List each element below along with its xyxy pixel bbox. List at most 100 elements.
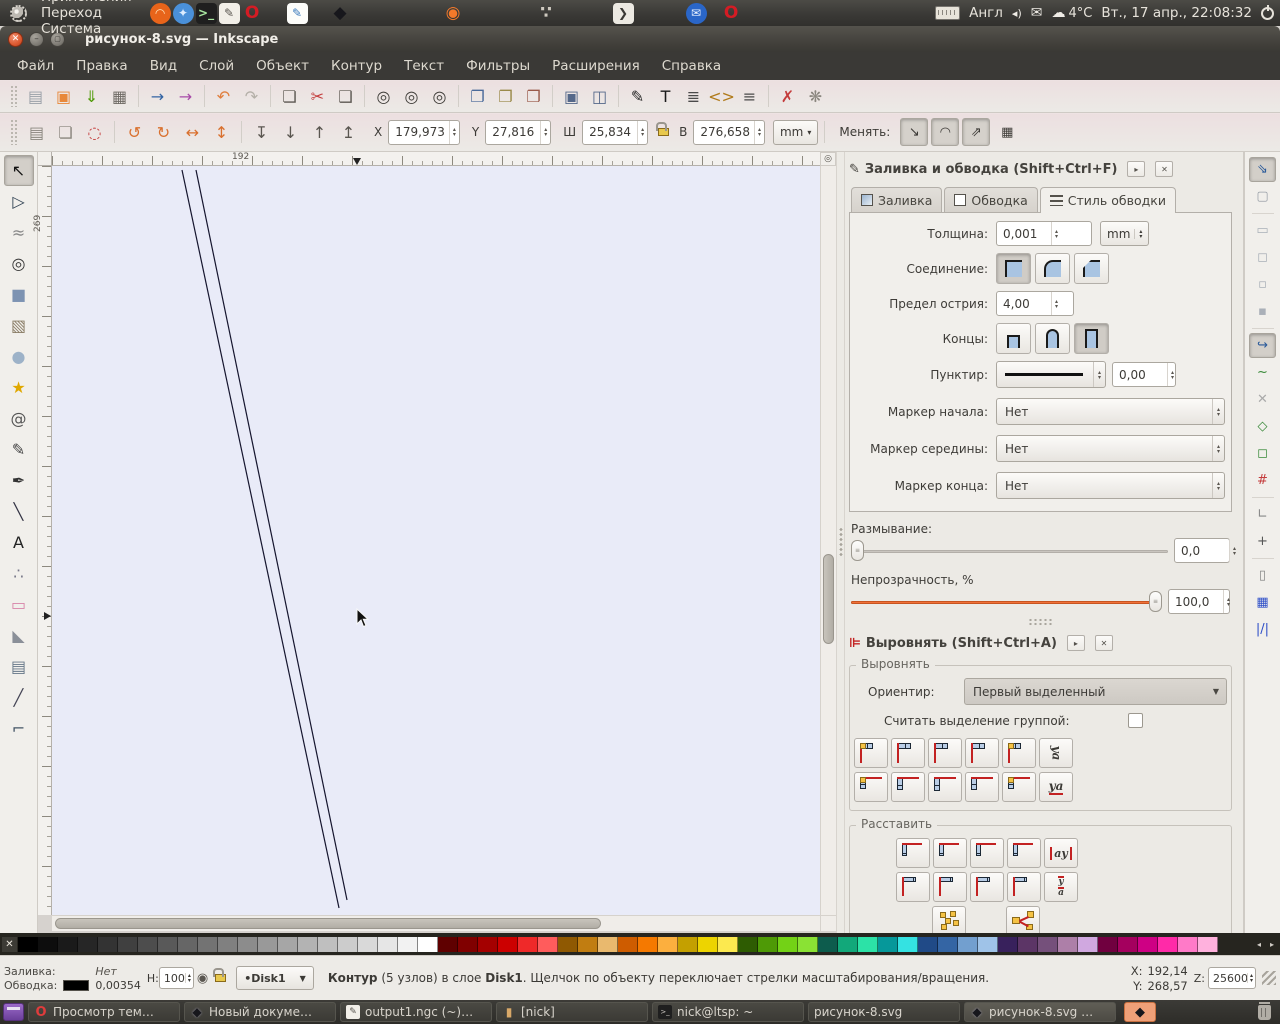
dialog-close-button[interactable]: ✕ [1094, 635, 1113, 651]
palette-swatch-18[interactable] [378, 936, 398, 952]
distribute-equal-vertical-gaps-button[interactable] [1007, 872, 1041, 902]
palette-swatch-19[interactable] [398, 936, 418, 952]
distribute-text-anchors-vertically-button[interactable]: ya [1044, 872, 1078, 902]
text-editor-icon[interactable]: ✎ [218, 2, 240, 24]
snap-cusp-nodes-button[interactable]: ◇ [1249, 414, 1276, 439]
snap-bbox-centers-button[interactable]: ▪ [1249, 299, 1276, 324]
flip-vertical-button[interactable]: ↕ [208, 119, 235, 145]
node-tool[interactable]: ▷ [4, 186, 34, 217]
undo-button[interactable]: ↶ [210, 83, 237, 109]
zoom-drawing-button[interactable]: ◎ [398, 83, 425, 109]
distribute-centers-horizontally-button[interactable] [933, 838, 967, 868]
align-top-edges-to-bottom-of-anchor-button[interactable] [1002, 772, 1036, 802]
path-0[interactable] [181, 169, 340, 909]
palette-swatch-46[interactable] [938, 936, 958, 952]
align-text-anchors-horizontal-button[interactable]: ya [1039, 772, 1073, 802]
center-on-vertical-axis-button[interactable] [928, 738, 962, 768]
transform-gradients-toggle[interactable]: ⇗ [962, 118, 991, 146]
redo-button[interactable]: ↷ [238, 83, 265, 109]
snap-grid-button[interactable]: ▦ [1249, 590, 1276, 615]
palette-swatch-34[interactable] [698, 936, 718, 952]
palette-swatch-23[interactable] [478, 936, 498, 952]
align-titlebar[interactable]: ⊫ Выровнять (Shift+Ctrl+A) ▸ ✕ [849, 631, 1232, 655]
web-browser-icon[interactable]: ✦ [172, 2, 194, 24]
palette-swatch-3[interactable] [78, 936, 98, 952]
square-cap-button[interactable] [1074, 323, 1109, 354]
box3d-tool[interactable]: ▧ [4, 310, 34, 341]
palette-swatch-5[interactable] [118, 936, 138, 952]
mail-icon[interactable]: ✉ [1031, 5, 1043, 21]
fill-value[interactable]: Нет [95, 965, 141, 978]
task-6[interactable]: ◆ рисунок-8.svg … [964, 1002, 1116, 1022]
task-0[interactable]: O Просмотр тем… [28, 1002, 180, 1022]
x-input[interactable]: 179,973 ▴ ▾ [388, 119, 460, 145]
task-1[interactable]: ◆ Новый докуме… [184, 1002, 336, 1022]
round-cap-button[interactable] [1035, 323, 1070, 354]
select-all-button[interactable]: ▤ [23, 119, 50, 145]
opera-icon[interactable]: O [242, 3, 263, 24]
fill-stroke-titlebar[interactable]: ✎ Заливка и обводка (Shift+Ctrl+F) ▸ ✕ [849, 157, 1232, 181]
dialog-close-button[interactable]: ✕ [1155, 161, 1174, 177]
export-bitmap-button[interactable]: → [172, 83, 199, 109]
weather-temp[interactable]: 4°C [1068, 6, 1092, 21]
width-value[interactable]: 25,834 [589, 125, 633, 139]
task-3[interactable]: ▮ [nick] [496, 1002, 648, 1022]
top-menu-2[interactable]: Система [31, 21, 142, 37]
copy-button[interactable]: ❏ [276, 83, 303, 109]
snap-bbox-edge-midpoints-button[interactable]: ▫ [1249, 272, 1276, 297]
menu-extensions[interactable]: Расширения [541, 52, 651, 80]
no-color-swatch[interactable]: ✕ [2, 936, 17, 952]
xml-editor-button[interactable]: <> [708, 83, 735, 109]
terminal-icon[interactable]: >_ [195, 2, 217, 24]
palette-scroll-left[interactable]: ◂ [1253, 937, 1265, 952]
palette-swatch-54[interactable] [1098, 936, 1118, 952]
palette-swatch-44[interactable] [898, 936, 918, 952]
treat-group-checkbox[interactable] [1128, 713, 1143, 728]
keyboard-layout-label[interactable]: Англ [969, 5, 1003, 21]
spinner-arrows[interactable]: ▴ ▾ [1051, 222, 1061, 245]
ellipse-tool[interactable]: ● [4, 341, 34, 372]
palette-swatch-26[interactable] [538, 936, 558, 952]
snap-path-intersections-button[interactable]: ✕ [1249, 387, 1276, 412]
menu-view[interactable]: Вид [139, 52, 188, 80]
palette-swatch-57[interactable] [1158, 936, 1178, 952]
palette-swatch-15[interactable] [318, 936, 338, 952]
align-text-anchors-vertical-button[interactable]: ya [1039, 738, 1073, 768]
palette-swatch-56[interactable] [1138, 936, 1158, 952]
menu-file[interactable]: Файл [6, 52, 65, 80]
height-value[interactable]: 276,658 [700, 125, 750, 139]
align-dialog-button[interactable]: ≡ [736, 83, 763, 109]
spinner-arrows[interactable]: ▴ ▾ [1134, 228, 1142, 239]
palette-swatch-55[interactable] [1118, 936, 1138, 952]
miter-limit-value[interactable]: 4,00 [1003, 297, 1047, 311]
spinner-arrows[interactable]: ▴ ▾ [540, 120, 550, 144]
firefox-icon[interactable]: ◠ [149, 2, 171, 24]
eraser-tool[interactable]: ▭ [4, 589, 34, 620]
layer-opacity-value[interactable]: 100 [164, 972, 185, 985]
menu-filters[interactable]: Фильтры [455, 52, 541, 80]
stroke-width-status[interactable]: 0,00354 [95, 979, 141, 992]
butt-cap-button[interactable] [996, 323, 1031, 354]
scale-rounded-corners-toggle[interactable]: ◠ [931, 118, 960, 146]
opacity-input[interactable]: 100,0 ▴ ▾ [1168, 589, 1230, 614]
snap-bounding-box-button[interactable]: ▢ [1249, 184, 1276, 209]
path-1[interactable] [195, 169, 348, 901]
palette-swatch-14[interactable] [298, 936, 318, 952]
snap-bbox-corners-button[interactable]: ◻ [1249, 245, 1276, 270]
palette-swatch-43[interactable] [878, 936, 898, 952]
thunderbird-icon[interactable]: ✉ [685, 2, 707, 24]
spinner-arrows[interactable]: ▴ ▾ [448, 120, 459, 144]
import-bitmap-button[interactable]: → [144, 83, 171, 109]
document-properties-button[interactable]: ❋ [802, 83, 829, 109]
stroke-unit-dropdown[interactable]: mm ▴ ▾ [1100, 221, 1150, 246]
spinner-arrows[interactable]: ▴ ▾ [184, 973, 193, 984]
distribute-text-anchors-horizontally-button[interactable]: ay [1044, 838, 1078, 868]
units-dropdown[interactable]: mm ▾ [772, 119, 819, 145]
palette-swatch-59[interactable] [1198, 936, 1218, 952]
palette-swatch-8[interactable] [178, 936, 198, 952]
spinner-arrows[interactable]: ▴ ▾ [1211, 399, 1224, 424]
palette-swatch-30[interactable] [618, 936, 638, 952]
task-2[interactable]: ✎ output1.ngc (~)… [340, 1002, 492, 1022]
palette-swatch-51[interactable] [1038, 936, 1058, 952]
palette-swatch-35[interactable] [718, 936, 738, 952]
